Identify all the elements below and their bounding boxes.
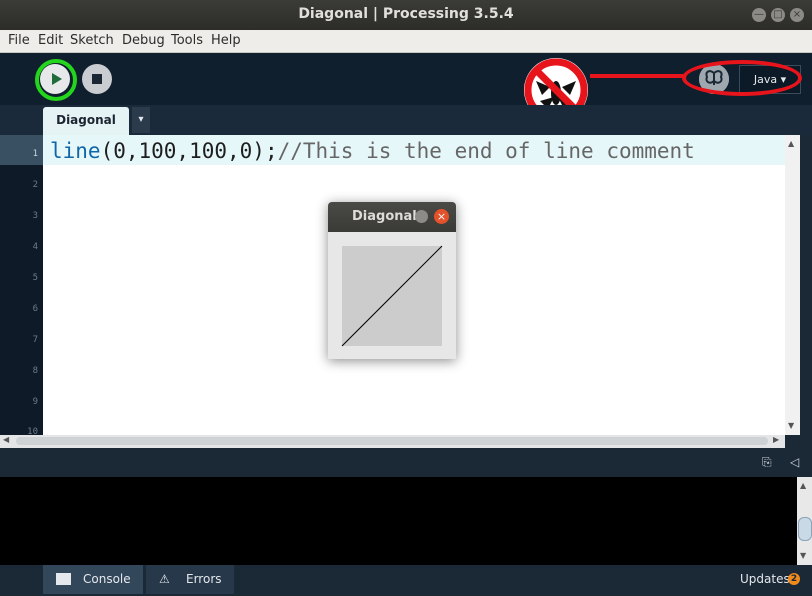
minimize-icon: — xyxy=(754,9,764,20)
line-number: 7 xyxy=(32,335,38,345)
scroll-up-icon[interactable]: ▲ xyxy=(788,139,794,148)
run-highlight-circle xyxy=(35,59,77,101)
line-number: 8 xyxy=(32,366,38,376)
menu-bar: File Edit Sketch Debug Tools Help xyxy=(0,30,812,53)
console-icon xyxy=(56,573,71,585)
line-number: 5 xyxy=(32,273,38,283)
annotation-circle xyxy=(682,60,802,96)
annotation-line xyxy=(590,74,684,78)
errors-tab-label: Errors xyxy=(186,572,222,586)
tab-label: Diagonal xyxy=(56,113,116,127)
maximize-button[interactable]: □ xyxy=(771,8,785,22)
code-line-1[interactable]: line(0,100,100,0);//This is the end of l… xyxy=(50,139,695,163)
line-number: 10 xyxy=(27,427,38,435)
sketch-title: Diagonal xyxy=(352,209,417,224)
console-output[interactable] xyxy=(0,477,812,565)
line-number: 2 xyxy=(32,180,38,190)
scrollbar-thumb[interactable] xyxy=(16,437,768,445)
minimize-button[interactable]: — xyxy=(752,8,766,22)
scroll-right-icon[interactable]: ▶ xyxy=(773,435,779,444)
menu-edit[interactable]: Edit xyxy=(38,33,63,48)
code-comment: //This is the end of line comment xyxy=(277,139,695,163)
scroll-up-icon[interactable]: ▲ xyxy=(800,481,806,490)
sketch-window[interactable]: Diagonal × xyxy=(328,202,456,359)
sketch-close-button[interactable]: × xyxy=(434,209,449,224)
sketch-title-bar[interactable]: Diagonal × xyxy=(328,202,456,232)
sketch-canvas xyxy=(328,232,456,359)
scroll-down-icon[interactable]: ▼ xyxy=(788,421,794,430)
scroll-left-icon[interactable]: ◀ xyxy=(3,435,9,444)
copy-icon[interactable]: ⎘ xyxy=(762,455,776,471)
line-number: 9 xyxy=(32,397,38,407)
close-window-button[interactable]: × xyxy=(790,8,804,22)
errors-tab[interactable]: ⚠ Errors xyxy=(146,565,234,594)
line-number: 4 xyxy=(32,242,38,252)
line-numbers: 1 2 3 4 5 6 7 8 9 10 xyxy=(0,135,43,435)
editor-vertical-scrollbar[interactable]: ▲ ▼ xyxy=(785,135,800,435)
close-icon: × xyxy=(792,9,802,20)
code-args: (0,100,100,0); xyxy=(100,139,278,163)
title-bar: Diagonal | Processing 3.5.4 — □ × xyxy=(0,0,812,30)
sketch-minimize-button[interactable] xyxy=(415,210,428,223)
menu-help[interactable]: Help xyxy=(211,33,241,48)
code-keyword: line xyxy=(50,139,101,163)
console-header: ⎘ ◁ xyxy=(0,450,812,477)
console-scrollbar[interactable]: ▲ ▼ xyxy=(797,477,812,565)
scrollbar-thumb[interactable] xyxy=(798,517,812,541)
menu-file[interactable]: File xyxy=(8,33,30,48)
collapse-icon[interactable]: ◁ xyxy=(790,455,799,469)
console-tab-label: Console xyxy=(83,572,131,586)
maximize-icon: □ xyxy=(773,9,783,20)
warning-icon: ⚠ xyxy=(159,572,170,586)
tab-diagonal[interactable]: Diagonal xyxy=(43,107,129,135)
menu-debug[interactable]: Debug xyxy=(122,33,165,48)
menu-sketch[interactable]: Sketch xyxy=(70,33,114,48)
menu-tools[interactable]: Tools xyxy=(171,33,203,48)
line-number: 1 xyxy=(32,149,38,159)
line-number: 3 xyxy=(32,211,38,221)
updates-label[interactable]: Updates xyxy=(740,565,790,594)
sketch-canvas-area xyxy=(328,232,456,359)
tab-menu-button[interactable]: ▾ xyxy=(132,107,150,133)
updates-badge[interactable]: 2 xyxy=(788,573,800,585)
scroll-down-icon[interactable]: ▼ xyxy=(800,551,806,560)
window-title: Diagonal | Processing 3.5.4 xyxy=(298,6,514,22)
console-tab[interactable]: Console xyxy=(43,565,143,594)
stop-button[interactable] xyxy=(82,64,112,94)
line-number: 6 xyxy=(32,304,38,314)
